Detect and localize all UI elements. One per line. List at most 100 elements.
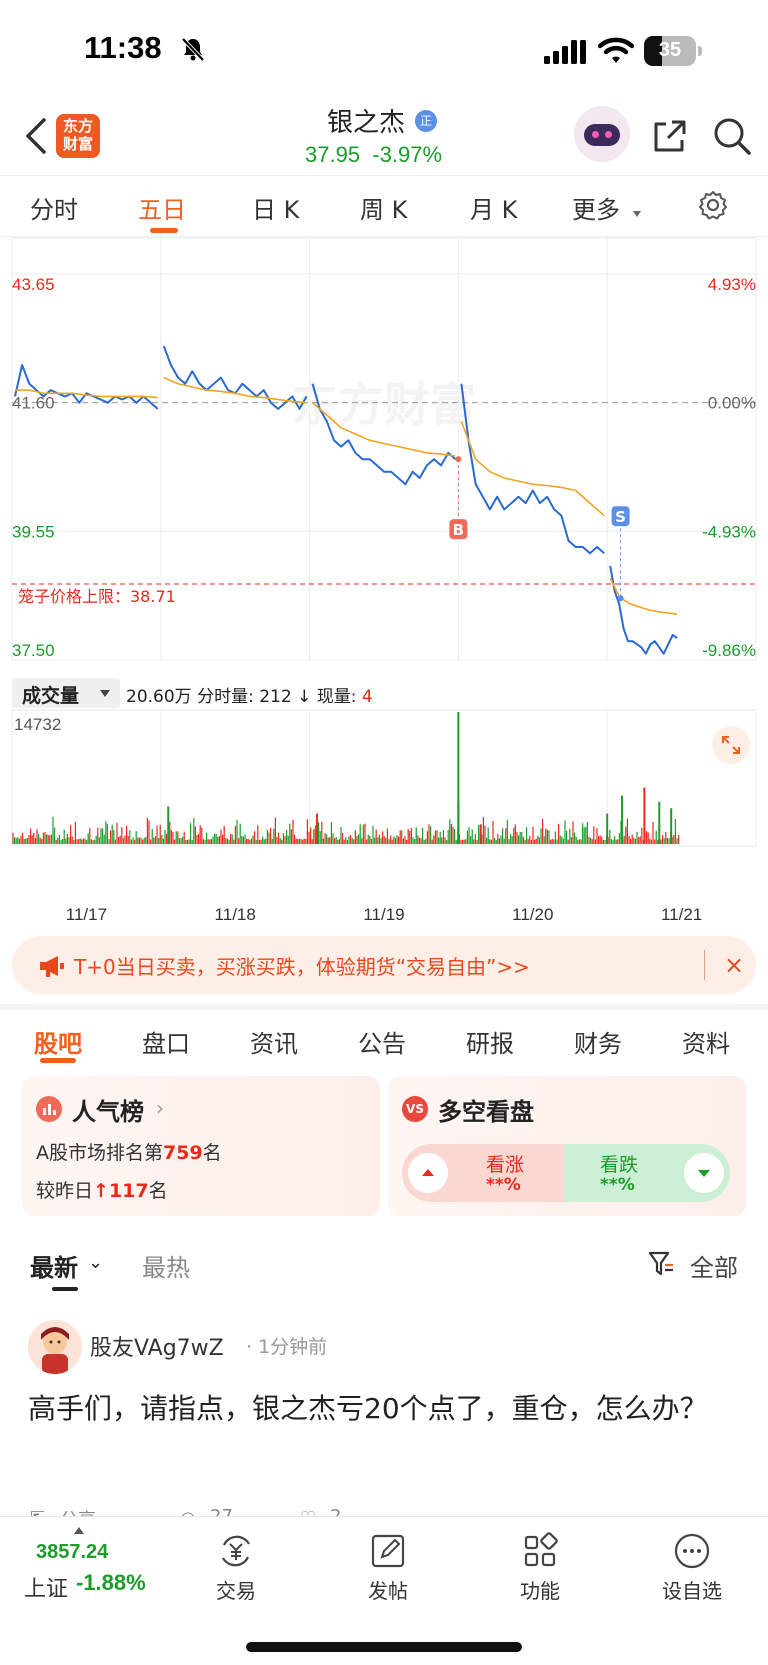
marker-dot <box>617 595 624 602</box>
margin-badge: 正 <box>415 110 437 132</box>
price-line-segment <box>162 345 308 410</box>
avatar[interactable] <box>28 1320 82 1374</box>
marker-label: S <box>615 508 626 526</box>
tab-intraday[interactable]: 分时 <box>30 190 78 225</box>
tab-more[interactable]: 更多 <box>572 190 620 225</box>
bell-off-icon <box>181 37 205 62</box>
x-tick: 11/18 <box>215 905 256 922</box>
watermark: 东方财富 <box>292 378 476 432</box>
volume-info: 20.60万 分时量: 212 ↓ 现量: 4 <box>126 687 373 707</box>
volume-bars <box>12 712 680 844</box>
search-icon[interactable] <box>712 116 752 156</box>
tab-financials[interactable]: 财务 <box>574 1024 622 1059</box>
tab-order-book[interactable]: 盘口 <box>142 1024 190 1059</box>
y-tick-right: -9.86% <box>702 641 756 660</box>
versus-icon: VS <box>402 1096 428 1122</box>
post-username[interactable]: 股友VAg7wZ <box>90 1330 224 1362</box>
expand-up-icon[interactable] <box>74 1527 84 1534</box>
tab-news[interactable]: 资讯 <box>250 1024 298 1059</box>
arrow-down-icon <box>698 1170 710 1177</box>
bull-vote-button[interactable]: 看涨 **% <box>402 1144 568 1202</box>
section-divider <box>0 1004 768 1010</box>
grid-icon <box>524 1532 558 1567</box>
arrow-up-icon <box>422 1169 434 1176</box>
x-tick: 11/21 <box>661 905 702 922</box>
sentiment-title: 多空看盘 <box>438 1098 534 1126</box>
y-tick-left: 43.65 <box>12 275 55 294</box>
volume-indicator-select[interactable]: 成交量 <box>12 678 120 708</box>
close-icon[interactable]: × <box>724 953 744 977</box>
status-bar: 11:38 35 <box>0 0 768 100</box>
trade-icon <box>222 1535 250 1567</box>
volume-max-label: 14732 <box>14 715 61 734</box>
back-icon[interactable] <box>24 118 48 154</box>
tab-latest[interactable]: 最新 <box>30 1248 78 1283</box>
nav-watchlist[interactable]: 设自选 <box>652 1531 732 1604</box>
filter-icon[interactable] <box>648 1250 674 1278</box>
divider <box>0 175 768 176</box>
filter-all[interactable]: 全部 <box>690 1248 738 1283</box>
edit-icon <box>371 1534 405 1568</box>
y-tick-right: -4.93% <box>702 522 756 541</box>
gear-icon[interactable] <box>698 190 728 220</box>
expand-chart-button[interactable] <box>712 726 750 764</box>
popularity-card[interactable]: 人气榜 › A股市场排名第759名 较昨日↑117名 <box>22 1076 380 1216</box>
stock-name: 银之杰 <box>327 108 406 138</box>
x-tick: 11/20 <box>512 905 553 922</box>
rank-change-line: 较昨日↑117名 <box>36 1180 168 1202</box>
tab-forum[interactable]: 股吧 <box>34 1024 82 1059</box>
x-tick: 11/17 <box>66 905 107 922</box>
tab-five-day[interactable]: 五日 <box>138 190 186 225</box>
wifi-icon <box>598 37 634 63</box>
nav-post[interactable]: 发帖 <box>348 1531 428 1604</box>
promo-text[interactable]: T+0当日买卖，买涨买跌，体验期货“交易自由”>> <box>74 951 530 980</box>
cellular-signal-icon <box>544 40 586 64</box>
bear-vote-button[interactable]: 看跌 **% <box>564 1144 730 1202</box>
y-tick-left: 37.50 <box>12 641 55 660</box>
y-tick-left: 39.55 <box>12 522 55 541</box>
more-circle-icon <box>674 1533 710 1569</box>
marker-label: B <box>453 521 464 539</box>
price-line-segment <box>460 383 605 555</box>
x-tick: 11/19 <box>363 905 404 922</box>
index-name[interactable]: 上证 <box>24 1571 68 1603</box>
index-change[interactable]: -1.88% <box>76 1570 146 1596</box>
chevron-right-icon: › <box>156 1096 164 1120</box>
average-line-segment <box>460 421 605 517</box>
share-icon[interactable] <box>650 116 690 156</box>
tab-hot[interactable]: 最热 <box>142 1248 190 1283</box>
app-logo: 东方财富 <box>56 114 100 158</box>
battery-icon: 35 <box>644 36 702 66</box>
post-time: · 1分钟前 <box>246 1336 328 1358</box>
nav-features[interactable]: 功能 <box>500 1531 580 1604</box>
nav-trade[interactable]: 交易 <box>196 1531 276 1604</box>
current-price: 37.95 <box>305 142 361 167</box>
tab-weekly-k[interactable]: 周 K <box>360 190 407 225</box>
popularity-title: 人气榜 <box>72 1098 144 1126</box>
tab-daily-k[interactable]: 日 K <box>252 190 299 225</box>
expand-icon <box>722 736 740 754</box>
price-summary: 37.95 -3.97% <box>305 142 442 168</box>
marker-dot <box>455 456 462 463</box>
active-tab-indicator <box>150 228 178 233</box>
tab-research[interactable]: 研报 <box>466 1024 514 1059</box>
change-percent: -3.97% <box>372 142 443 167</box>
cage-limit-label: 笼子价格上限：38.71 <box>18 587 176 606</box>
promo-banner[interactable]: T+0当日买卖，买涨买跌，体验期货“交易自由”>> × <box>12 936 756 994</box>
y-tick-right: 0.00% <box>708 394 756 413</box>
tab-announcements[interactable]: 公告 <box>358 1024 406 1059</box>
tab-profile[interactable]: 资料 <box>682 1024 730 1059</box>
more-dropdown-icon <box>633 211 641 217</box>
tab-monthly-k[interactable]: 月 K <box>470 190 517 225</box>
post-content[interactable]: 高手们，请指点，银之杰亏20个点了，重仓，怎么办？ <box>28 1386 728 1432</box>
ai-assistant-avatar[interactable] <box>574 106 630 162</box>
index-value[interactable]: 3857.24 <box>36 1541 108 1564</box>
home-indicator <box>246 1642 522 1652</box>
sentiment-card: VS 多空看盘 看涨 **% 看跌 **% <box>388 1076 746 1216</box>
chevron-down-icon[interactable]: ⌄ <box>88 1252 103 1273</box>
average-line-segment <box>163 376 307 404</box>
active-tab-indicator <box>40 1058 76 1063</box>
five-day-chart[interactable]: 东方财富笼子价格上限：38.71 43.65 41.60 39.55 37.50 4.93… <box>0 236 768 922</box>
active-tab-indicator <box>52 1287 78 1291</box>
status-time: 11:38 <box>84 30 162 65</box>
